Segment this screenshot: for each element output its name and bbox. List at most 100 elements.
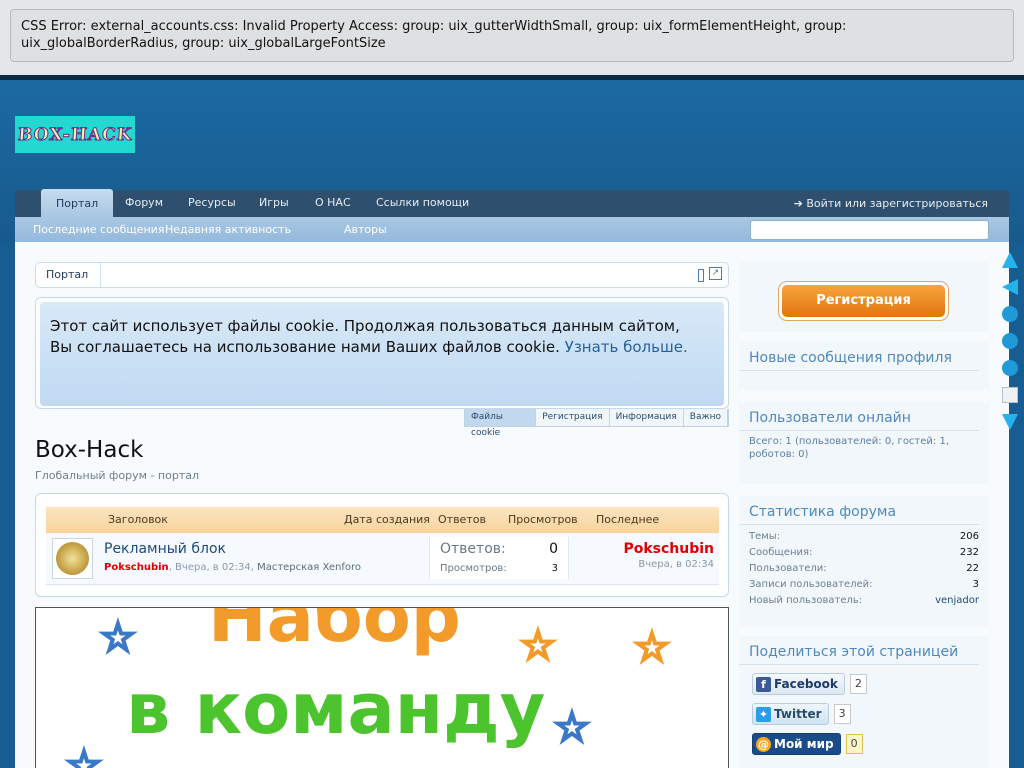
column-replies[interactable]: Ответов: [438, 507, 486, 533]
page-description: Глобальный форум - портал: [35, 469, 200, 482]
thread-author-link[interactable]: Pokschubin: [104, 562, 169, 573]
recruitment-banner: ☆ ☆ ☆ ☆ ☆ Набор в команду: [35, 607, 729, 768]
replies-count: 0: [549, 541, 558, 557]
subnav-recent-activity[interactable]: Недавняя активность: [165, 217, 291, 242]
logo-text: BOX-HACK: [17, 124, 134, 145]
breadcrumb-home[interactable]: Портал: [36, 263, 102, 287]
newest-user-link[interactable]: venjador: [935, 593, 979, 609]
online-users-text: Всего: 1 (пользователей: 0, гостей: 1, р…: [749, 436, 949, 460]
star-icon: ☆: [65, 743, 104, 768]
stat-row: Пользователи: 22: [739, 561, 989, 577]
stat-value: 22: [966, 563, 979, 574]
external-link-icon[interactable]: ↗: [709, 267, 722, 280]
column-created[interactable]: Дата создания: [344, 507, 430, 533]
mymir-label: Мой мир: [774, 737, 834, 751]
register-button[interactable]: Регистрация: [778, 281, 949, 321]
thread-meta: Pokschubin, Вчера, в 02:34, Мастерская X…: [104, 562, 362, 573]
twitter-label: Twitter: [774, 707, 822, 721]
arrow-up-icon[interactable]: [1002, 252, 1018, 268]
twitter-share-button[interactable]: ✦ Twitter: [752, 703, 829, 725]
avatar[interactable]: [52, 538, 93, 579]
stat-value: 232: [959, 547, 979, 558]
stat-label: Записи пользователей:: [749, 579, 873, 590]
facebook-share-button[interactable]: f Facebook: [752, 673, 845, 695]
stat-label: Новый пользователь:: [749, 595, 863, 606]
cookie-line-2: Вы соглашаетесь на использование нами Ва…: [50, 338, 560, 356]
cookie-notice-text: Этот сайт использует файлы cookie. Продо…: [40, 302, 724, 406]
views-count: 3: [551, 563, 558, 574]
star-icon: ☆: [633, 625, 672, 671]
new-profile-posts-block: Новые сообщения профиля: [739, 342, 989, 390]
online-users-block: Пользователи онлайн Всего: 1 (пользовате…: [739, 402, 989, 484]
table-row: Рекламный блок Pokschubin, Вчера, в 02:3…: [46, 533, 719, 585]
arrow-down-icon[interactable]: [1002, 414, 1018, 430]
login-icon: ➔: [793, 197, 807, 210]
views-label: Просмотров:: [440, 563, 507, 574]
avatar-image: [56, 542, 89, 575]
banner-line-1: Набор: [208, 607, 461, 658]
breadcrumb: Портал ↗: [35, 262, 729, 288]
error-bar: CSS Error: external_accounts.css: Invali…: [0, 0, 1024, 75]
replies-label: Ответов:: [440, 541, 506, 557]
facebook-icon: f: [756, 676, 771, 692]
message-icon[interactable]: [1002, 306, 1018, 322]
thread-list: Заголовок Дата создания Ответов Просмотр…: [35, 493, 729, 597]
stat-label: Сообщения:: [749, 547, 813, 558]
tab-help-links[interactable]: Ссылки помощи: [368, 190, 477, 217]
facebook-label: Facebook: [774, 677, 838, 691]
column-views[interactable]: Просмотров: [508, 507, 578, 533]
tab-resources[interactable]: Ресурсы: [180, 190, 244, 217]
mymir-count: 0: [845, 734, 863, 754]
share-heading: Поделиться этой страницей: [739, 636, 979, 665]
search-input[interactable]: [750, 220, 989, 240]
last-post: Pokschubin Вчера, в 02:34: [623, 541, 714, 570]
notice-tab-cookies[interactable]: Файлы cookie: [465, 409, 537, 438]
forum-stats-block: Статистика форума Темы: 206 Сообщения: 232…: [739, 496, 989, 626]
tab-games[interactable]: Игры: [251, 190, 297, 217]
cookie-line-1: Этот сайт использует файлы cookie. Продо…: [50, 317, 680, 335]
thread-title-link[interactable]: Рекламный блок: [104, 541, 226, 557]
stat-row: Новый пользователь: venjador: [739, 593, 989, 609]
page-title: Box-Hack: [35, 437, 144, 463]
notice-tab-important[interactable]: Важно: [684, 409, 728, 426]
stat-row: Записи пользователей: 3: [739, 577, 989, 593]
login-label: Войти или зарегистрироваться: [806, 197, 988, 210]
notice-tab-information[interactable]: Информация: [610, 409, 684, 426]
star-icon: ☆: [99, 615, 138, 661]
stat-value: 3: [972, 579, 979, 590]
online-users-heading: Пользователи онлайн: [739, 402, 979, 431]
bookmark-icon[interactable]: [698, 269, 704, 282]
forum-stats-heading: Статистика форума: [739, 496, 979, 525]
thread-forum-link[interactable]: Мастерская Xenforo: [257, 562, 361, 573]
notice-tab-registration[interactable]: Регистрация: [536, 409, 610, 426]
share-mymir: @ Мой мир 0: [752, 733, 989, 755]
subnav-authors[interactable]: Авторы: [344, 217, 387, 242]
cookie-notice: Этот сайт использует файлы cookie. Продо…: [35, 297, 729, 409]
stat-row: Темы: 206: [739, 529, 989, 545]
new-profile-posts-heading: Новые сообщения профиля: [739, 342, 979, 371]
share-block: Поделиться этой страницей f Facebook 2 ✦ T…: [739, 636, 989, 768]
mymir-share-button[interactable]: @ Мой мир: [752, 733, 841, 755]
tab-about[interactable]: О НАС: [307, 190, 359, 217]
login-register-link[interactable]: ➔ Войти или зарегистрироваться: [794, 190, 988, 217]
last-post-time[interactable]: Вчера, в 02:34: [623, 559, 714, 570]
pause-icon[interactable]: [1002, 360, 1018, 376]
subnav-latest-posts[interactable]: Последние сообщения: [33, 217, 164, 242]
stat-label: Пользователи:: [749, 563, 827, 574]
star-icon: ☆: [519, 623, 558, 669]
stat-value: 206: [959, 531, 979, 542]
cookie-learn-more-link[interactable]: Узнать больше.: [565, 338, 688, 356]
mail-at-icon: @: [756, 736, 771, 752]
site-logo[interactable]: BOX-HACK: [15, 116, 135, 153]
arrow-left-icon[interactable]: [1002, 279, 1018, 295]
page-down-icon[interactable]: [1002, 387, 1018, 403]
tab-portal[interactable]: Портал: [41, 189, 114, 217]
twitter-icon: ✦: [756, 706, 771, 722]
last-post-user-link[interactable]: Pokschubin: [623, 541, 714, 557]
refresh-icon[interactable]: [1002, 333, 1018, 349]
tab-forum[interactable]: Форум: [117, 190, 171, 217]
share-facebook: f Facebook 2: [752, 673, 989, 695]
star-icon: ☆: [553, 705, 592, 751]
column-title[interactable]: Заголовок: [108, 507, 168, 533]
thread-list-header: Заголовок Дата создания Ответов Просмотр…: [46, 507, 719, 552]
